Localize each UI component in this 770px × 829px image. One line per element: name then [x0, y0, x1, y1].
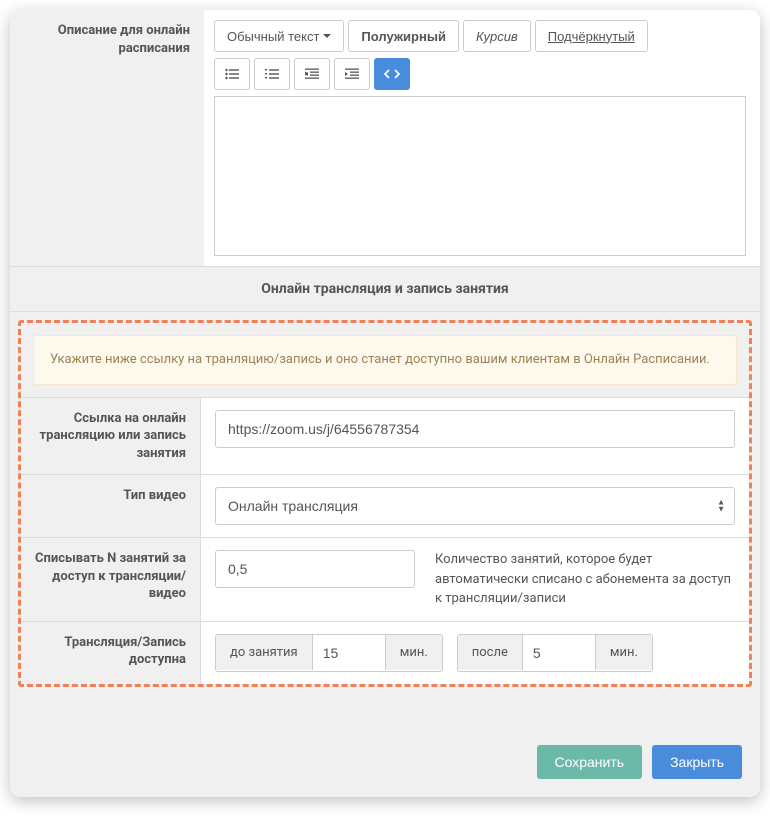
availability-label: Трансляция/Запись доступна	[21, 622, 201, 684]
nfield-label: Списывать N занятий за доступ к трансляц…	[21, 538, 201, 621]
before-unit-label: мин.	[385, 635, 442, 670]
before-time-input[interactable]	[313, 635, 385, 671]
close-button[interactable]: Закрыть	[652, 745, 742, 779]
footer-buttons: Сохранить Закрыть	[10, 695, 760, 797]
editor-textarea[interactable]	[214, 96, 746, 256]
after-unit-label: мин.	[595, 635, 652, 670]
link-input[interactable]	[215, 410, 735, 448]
chevron-down-icon	[323, 34, 331, 38]
link-label: Ссылка на онлайн трансляцию или запись з…	[21, 398, 201, 475]
text-style-label: Обычный текст	[227, 29, 319, 44]
editor-toolbar-row2	[214, 58, 746, 90]
after-time-input[interactable]	[523, 635, 595, 671]
italic-button[interactable]: Курсив	[463, 20, 531, 52]
availability-row: Трансляция/Запись доступна до занятия ми…	[21, 621, 749, 684]
editor-toolbar-row1: Обычный текст Полужирный Курсив Подчёркн…	[214, 20, 746, 52]
nfield-help: Количество занятий, которое будет автома…	[435, 550, 735, 609]
online-stream-group: Укажите ниже ссылку на транляцию/запись …	[18, 320, 752, 687]
after-addon-label: после	[458, 635, 523, 670]
numbered-list-icon[interactable]	[254, 58, 290, 90]
before-time-group: до занятия мин.	[215, 634, 443, 672]
nfield-input[interactable]	[215, 550, 415, 588]
video-type-select[interactable]: Онлайн трансляция	[215, 487, 735, 525]
indent-icon[interactable]	[334, 58, 370, 90]
underline-button[interactable]: Подчёркнутый	[535, 20, 648, 52]
text-style-dropdown[interactable]: Обычный текст	[214, 20, 344, 52]
outdent-icon[interactable]	[294, 58, 330, 90]
after-time-group: после мин.	[457, 634, 653, 672]
video-type-label: Тип видео	[21, 475, 201, 537]
before-addon-label: до занятия	[216, 635, 313, 670]
description-label: Описание для онлайн расписания	[10, 10, 204, 266]
bullet-list-icon[interactable]	[214, 58, 250, 90]
link-row: Ссылка на онлайн трансляцию или запись з…	[21, 397, 749, 475]
save-button[interactable]: Сохранить	[537, 745, 643, 779]
description-field: Обычный текст Полужирный Курсив Подчёркн…	[204, 10, 760, 266]
form-panel: Описание для онлайн расписания Обычный т…	[10, 10, 760, 797]
code-view-icon[interactable]	[374, 58, 410, 90]
bold-button[interactable]: Полужирный	[348, 20, 459, 52]
section-header: Онлайн трансляция и запись занятия	[10, 267, 760, 312]
description-row: Описание для онлайн расписания Обычный т…	[10, 10, 760, 267]
nfield-row: Списывать N занятий за доступ к трансляц…	[21, 537, 749, 621]
video-type-row: Тип видео Онлайн трансляция ▲▼	[21, 474, 749, 537]
alert-message: Укажите ниже ссылку на транляцию/запись …	[33, 335, 737, 385]
